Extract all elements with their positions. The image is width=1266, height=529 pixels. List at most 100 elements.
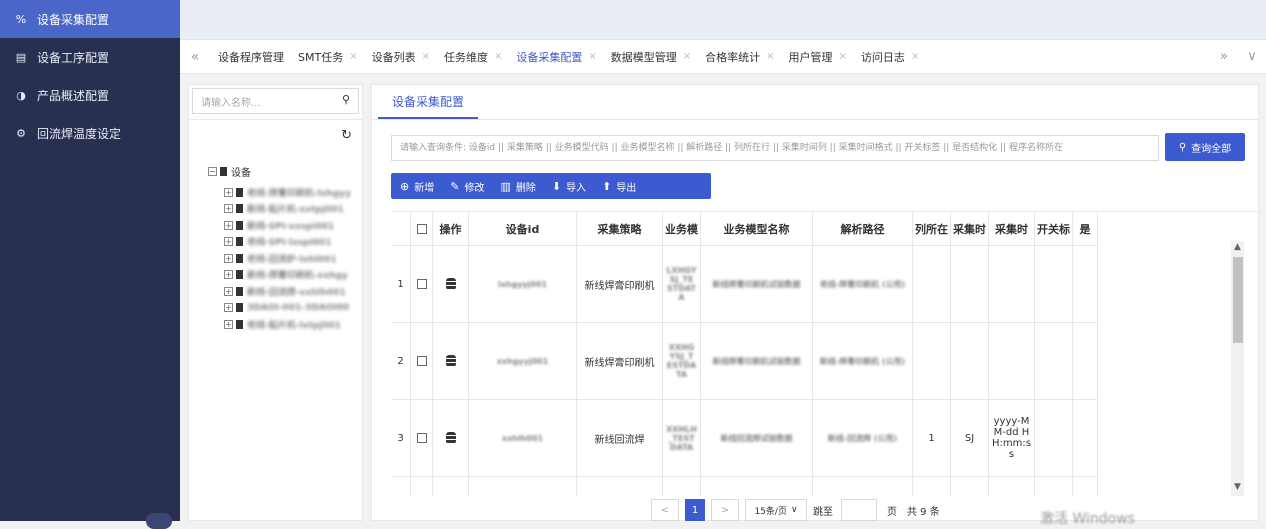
delete-button[interactable]: ▥ 删除 bbox=[491, 173, 542, 199]
tree-node[interactable]: + 新线-贴片机-xxtpj001 bbox=[224, 201, 351, 218]
database-icon[interactable] bbox=[445, 278, 456, 290]
page-size-select[interactable]: 15条/页 ∨ bbox=[745, 499, 807, 521]
search-icon[interactable]: ⚲ bbox=[342, 93, 350, 106]
device-id-cell: xxhlh001 bbox=[469, 400, 577, 476]
import-button[interactable]: ⬇ 导入 bbox=[543, 173, 593, 199]
close-icon[interactable]: × bbox=[349, 51, 357, 62]
strategy-cell: 新线焊膏印刷机 bbox=[577, 323, 663, 399]
tree-node[interactable]: + 新线-焊膏印刷机-xxhgy bbox=[224, 267, 351, 284]
tabs-scroll-right-icon[interactable]: » bbox=[1210, 49, 1238, 64]
expand-toggle-icon[interactable]: + bbox=[224, 187, 233, 197]
structured-cell bbox=[1073, 400, 1098, 476]
document-icon bbox=[236, 270, 243, 280]
tab-bar: « 设备程序管理 SMT任务 × 设备列表 × 任务维度 × 设备采集配置 × 数据模型… bbox=[180, 40, 1266, 74]
tab-data-model[interactable]: 数据模型管理 × bbox=[603, 40, 697, 74]
time-col-cell bbox=[951, 477, 989, 496]
tree-node[interactable]: + 老线-贴片机-lxtpj001 bbox=[224, 316, 351, 333]
tree-node[interactable]: + 老线-回流炉-lxhl001 bbox=[224, 250, 351, 267]
sidebar-item-device-process-config[interactable]: ▤ 设备工序配置 bbox=[0, 38, 180, 76]
col-row-cell: 1 bbox=[913, 400, 951, 476]
expand-toggle-icon[interactable]: + bbox=[224, 319, 233, 329]
tree-search-input[interactable]: 请输入名称... ⚲ bbox=[192, 88, 359, 114]
tab-smt-task[interactable]: SMT任务 × bbox=[290, 40, 364, 74]
prev-page-button[interactable]: < bbox=[651, 499, 679, 521]
next-page-button[interactable]: > bbox=[711, 499, 739, 521]
database-icon[interactable] bbox=[445, 355, 456, 367]
table-row[interactable]: 3 xxhlh001 新线回流焊 XXHLH _TEST DATA 新线回流焊试验数据 新… bbox=[391, 400, 1098, 477]
tree-node[interactable]: + 新线-回流焊-xxhlh001 bbox=[224, 283, 351, 300]
tab-task-dimension[interactable]: 任务维度 × bbox=[436, 40, 508, 74]
table-cell bbox=[411, 477, 433, 496]
plus-circle-icon: ⊕ bbox=[400, 179, 410, 193]
expand-toggle-icon[interactable]: + bbox=[224, 204, 233, 214]
jump-page-input[interactable] bbox=[841, 499, 877, 521]
edit-button[interactable]: ✎ 修改 bbox=[441, 173, 491, 199]
tabs-scroll-left-icon[interactable]: « bbox=[180, 49, 210, 65]
main-tab-device-collect-config[interactable]: 设备采集配置 bbox=[378, 85, 479, 119]
sidebar-item-reflow-temp-setting[interactable]: ⚙ 回流焊温度设定 bbox=[0, 114, 180, 152]
tab-device-collect-config[interactable]: 设备采集配置 × bbox=[508, 40, 602, 74]
close-icon[interactable]: × bbox=[766, 51, 774, 62]
close-icon[interactable]: × bbox=[588, 51, 596, 62]
model-code-cell: XXHG YSJ_T ESTDA TA bbox=[663, 323, 701, 399]
export-button[interactable]: ⬆ 导出 bbox=[593, 173, 643, 199]
add-label: 新增 bbox=[414, 182, 435, 194]
expand-toggle-icon[interactable]: + bbox=[224, 253, 233, 263]
close-icon[interactable]: × bbox=[422, 51, 430, 62]
tab-user-mgmt[interactable]: 用户管理 × bbox=[781, 40, 853, 74]
scroll-up-icon[interactable]: ▲ bbox=[1234, 242, 1241, 252]
refresh-icon[interactable]: ↻ bbox=[341, 128, 352, 143]
row-index-cell: 2 bbox=[391, 323, 411, 399]
collapse-toggle-icon[interactable]: − bbox=[208, 167, 217, 176]
sidebar-item-label: 设备工序配置 bbox=[37, 50, 110, 65]
path-cell: 新线-焊膏印刷机 (公用) bbox=[819, 356, 906, 366]
page-1-button[interactable]: 1 bbox=[685, 499, 705, 521]
sidebar-item-product-overview-config[interactable]: ◑ 产品概述配置 bbox=[0, 76, 180, 114]
tree-node-label: 新线-回流焊-xxhlh001 bbox=[247, 287, 346, 298]
sidebar-collapse-handle[interactable] bbox=[146, 513, 172, 529]
tabs-right-controls: » ∨ bbox=[1210, 49, 1266, 64]
tree-node[interactable]: + 老线-焊膏印刷机-lxhgyy bbox=[224, 184, 351, 201]
query-input[interactable]: 请输入查询条件: 设备id || 采集策略 || 业务模型代码 || 业务模型名… bbox=[391, 135, 1159, 161]
row-checkbox[interactable] bbox=[416, 433, 427, 443]
close-icon[interactable]: × bbox=[683, 51, 691, 62]
time-format-cell: yyyy-M M-dd H H:mm:s s bbox=[992, 416, 1031, 460]
select-all-checkbox[interactable] bbox=[416, 223, 427, 234]
row-checkbox[interactable] bbox=[416, 356, 427, 366]
tree-root-node[interactable]: − 设备 bbox=[208, 164, 251, 179]
scrollbar-thumb[interactable] bbox=[1233, 257, 1243, 343]
search-placeholder: 请输入名称... bbox=[201, 97, 261, 109]
path-cell: 新线-回流焊 (公用) bbox=[813, 400, 913, 476]
tab-label: SMT任务 bbox=[298, 50, 344, 64]
expand-toggle-icon[interactable]: + bbox=[224, 220, 233, 230]
table-row[interactable]: 2 xxhgyyj001 新线焊膏印刷机 XXHG YSJ_T ESTDA TA 新线焊… bbox=[391, 323, 1098, 400]
database-icon[interactable] bbox=[445, 432, 456, 444]
tree-node[interactable]: + 新线-SPI-xxspi001 bbox=[224, 217, 351, 234]
tree-node[interactable]: +3DAOI-001-3DAOI00 bbox=[224, 300, 351, 317]
row-index-cell: 3 bbox=[391, 400, 411, 476]
close-icon[interactable]: × bbox=[839, 51, 847, 62]
sidebar-item-device-collect-config[interactable]: % 设备采集配置 bbox=[0, 0, 180, 38]
tab-device-program[interactable]: 设备程序管理 bbox=[210, 40, 290, 74]
tree-node[interactable]: + 老线-SPI-lxspi001 bbox=[224, 234, 351, 251]
close-icon[interactable]: × bbox=[494, 51, 502, 62]
chevron-down-icon[interactable]: ∨ bbox=[1238, 49, 1266, 64]
table-header-cell[interactable] bbox=[411, 212, 433, 245]
tab-pass-rate[interactable]: 合格率统计 × bbox=[697, 40, 780, 74]
scroll-down-icon[interactable]: ▼ bbox=[1234, 482, 1241, 492]
table-header-cell: 列所在 bbox=[913, 212, 951, 245]
expand-toggle-icon[interactable]: + bbox=[224, 303, 233, 313]
table-row[interactable]: XXSPI bbox=[391, 477, 1098, 496]
row-checkbox[interactable] bbox=[416, 279, 427, 289]
add-button[interactable]: ⊕ 新增 bbox=[391, 173, 441, 199]
expand-toggle-icon[interactable]: + bbox=[224, 270, 233, 280]
model-code-cell: LXHGY SJ_TE STDAT A bbox=[666, 266, 697, 302]
expand-toggle-icon[interactable]: + bbox=[224, 237, 233, 247]
query-all-button[interactable]: ⚲ 查询全部 bbox=[1165, 133, 1245, 161]
close-icon[interactable]: × bbox=[911, 51, 919, 62]
tab-access-log[interactable]: 访问日志 × bbox=[853, 40, 925, 74]
tab-device-list[interactable]: 设备列表 × bbox=[364, 40, 436, 74]
table-row[interactable]: 1 lxhgyyj001 新线焊膏印刷机 LXHGY SJ_TE STDAT A 新线焊… bbox=[391, 246, 1098, 323]
expand-toggle-icon[interactable]: + bbox=[224, 286, 233, 296]
chevron-down-icon: ∨ bbox=[790, 505, 798, 515]
